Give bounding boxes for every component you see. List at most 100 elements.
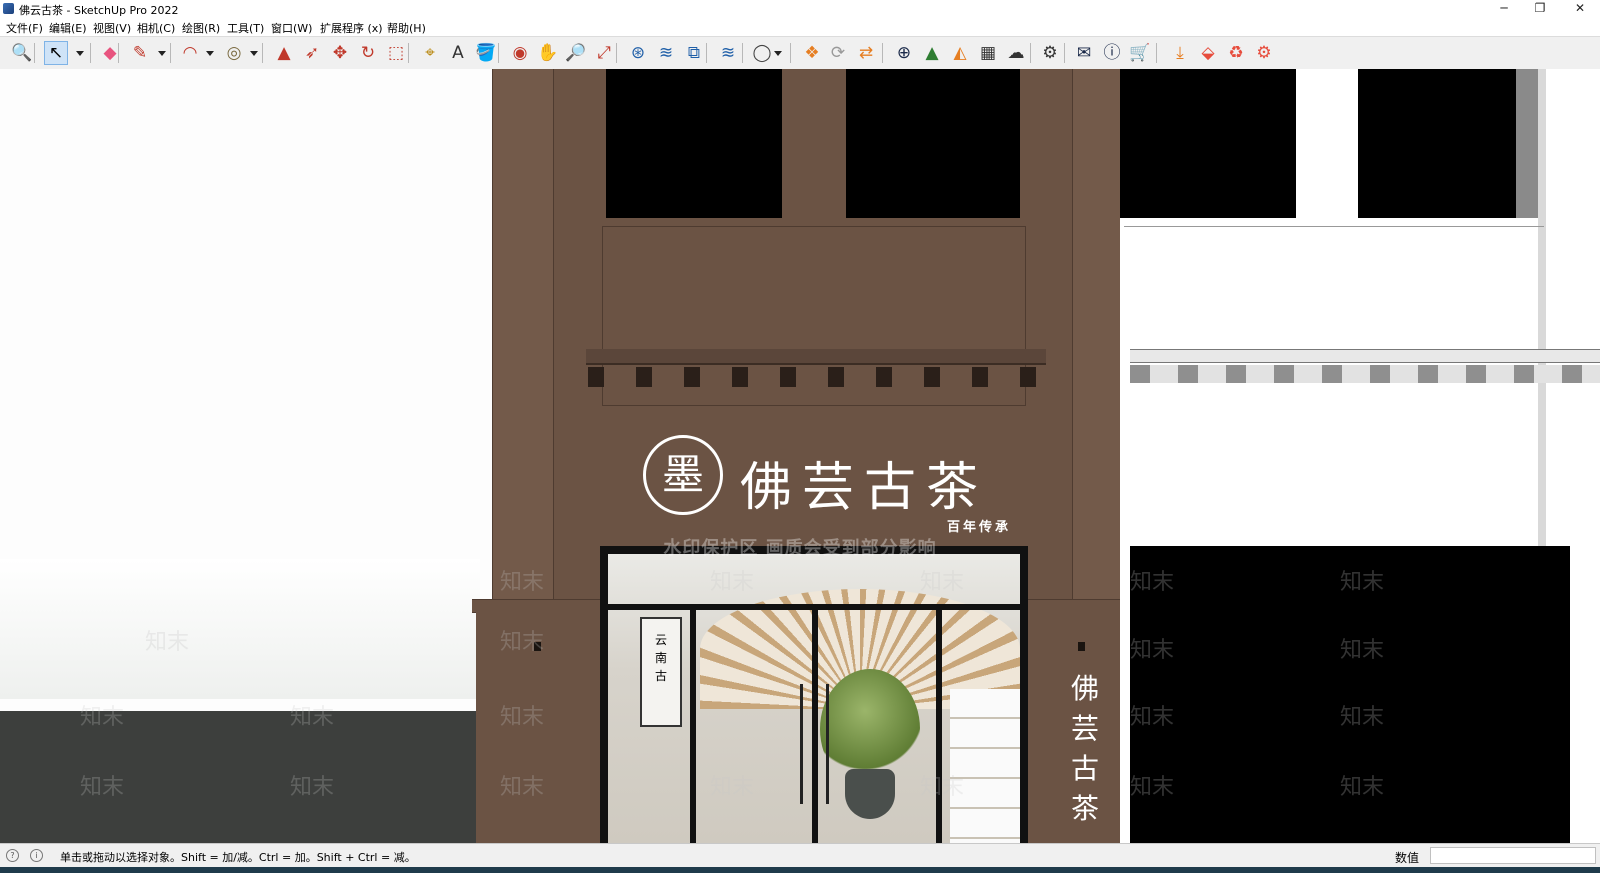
account-icon[interactable]: ◯ — [750, 41, 774, 65]
circle-dropdown-icon[interactable] — [250, 51, 258, 56]
toolbar-separator — [1156, 43, 1157, 63]
add-icon[interactable]: ⊕ — [892, 41, 916, 65]
gear-plugin-icon[interactable]: ⚙ — [1252, 41, 1276, 65]
tape-measure-icon[interactable]: ⌖ — [418, 41, 442, 65]
toolbar-separator — [170, 43, 171, 63]
brand-name-sign: 佛芸古茶 — [740, 458, 989, 518]
toolbar: 🔍 ↖ ◆ ✎ ◠ ◎ ▲ ➶ ✥ ↻ ⬚ ⌖ A 🪣 ◉ ✋ 🔎 ⤢ ⊛ ≋ ⧉ ≋ ◯ ❖ ⟳ ⇄ ⊕ ▲ ◭ ▦ ☁ ⚙ ✉ ⓘ 🛒 ⤓ ⬙ ♻ ⚙ — [0, 36, 1600, 70]
neighbor-canopy-rafters — [1130, 365, 1600, 383]
sync-icon[interactable]: ⟳ — [826, 41, 850, 65]
pencil-line-icon[interactable]: ✎ — [128, 41, 152, 65]
toolbar-separator — [616, 43, 617, 63]
canopy-beam — [586, 349, 1046, 365]
credits-status-icon[interactable]: i — [30, 849, 43, 862]
door-mullion-1 — [690, 610, 696, 843]
toolbar-separator — [1030, 43, 1031, 63]
menu-file[interactable]: 文件(F) — [6, 20, 43, 36]
circle-icon[interactable]: ◎ — [222, 41, 246, 65]
zoom-icon[interactable]: 🔎 — [564, 41, 588, 65]
photo-textures-icon[interactable]: ⧉ — [682, 41, 706, 65]
arc-dropdown-icon[interactable] — [206, 51, 214, 56]
rotate-icon[interactable]: ↻ — [356, 41, 380, 65]
measurements-label: 数值 — [1395, 851, 1420, 865]
tree-icon[interactable]: ▲ — [920, 41, 944, 65]
bonsai-rock — [845, 769, 895, 819]
geo-location-icon[interactable]: ≋ — [716, 41, 740, 65]
cart-icon[interactable]: 🛒 — [1128, 41, 1152, 65]
geo-location-status-icon[interactable]: ? — [6, 849, 19, 862]
orbit-icon[interactable]: ◉ — [508, 41, 532, 65]
measurements-input[interactable] — [1430, 847, 1596, 864]
neighbor-ledge-line — [1124, 226, 1544, 227]
follow-me-icon[interactable]: ➶ — [300, 41, 324, 65]
toolbar-separator — [706, 43, 707, 63]
menu-tools[interactable]: 工具(T) — [227, 20, 264, 36]
pencil-line-dropdown-icon[interactable] — [158, 51, 166, 56]
brand-logo-seal: 墨 — [643, 435, 723, 515]
wall-lamp-right — [1078, 642, 1085, 651]
sketchup-logo-icon — [3, 3, 14, 14]
push-pull-icon[interactable]: ▲ — [272, 41, 296, 65]
menu-view[interactable]: 视图(V) — [93, 20, 131, 36]
menu-draw[interactable]: 绘图(R) — [182, 20, 220, 36]
grid-icon[interactable]: ▦ — [976, 41, 1000, 65]
toolbar-separator — [882, 43, 883, 63]
move-icon[interactable]: ✥ — [328, 41, 352, 65]
interior-scroll-sign: 云 南 古 — [640, 617, 682, 727]
plugin-icon[interactable]: ♻ — [1224, 41, 1248, 65]
door-mullion-3 — [936, 610, 942, 843]
export-icon[interactable]: ⬙ — [1196, 41, 1220, 65]
toolbar-separator — [742, 43, 743, 63]
neighbor-window-right — [1358, 69, 1516, 218]
menu-bar: 文件(F) 编辑(E) 视图(V) 相机(C) 绘图(R) 工具(T) 窗口(W… — [0, 18, 1600, 36]
street-ground — [0, 711, 480, 843]
layers-icon[interactable]: ◭ — [948, 41, 972, 65]
arc-icon[interactable]: ◠ — [178, 41, 202, 65]
minimize-button[interactable]: ─ — [1486, 0, 1522, 18]
status-bar: ? i 单击或拖动以选择对象。Shift = 加/减。Ctrl = 加。Shif… — [0, 843, 1600, 868]
door-handle-right — [826, 684, 829, 804]
menu-window[interactable]: 窗口(W) — [271, 20, 312, 36]
vertical-char: 古 — [1070, 752, 1099, 785]
menu-help[interactable]: 帮助(H) — [387, 20, 426, 36]
vertical-char: 芸 — [1070, 712, 1099, 745]
share-model-icon[interactable]: ⇄ — [854, 41, 878, 65]
upper-window-left — [606, 69, 782, 218]
zoom-extents-icon[interactable]: 🔍 — [10, 41, 34, 65]
info-icon[interactable]: ⓘ — [1100, 41, 1124, 65]
vertical-char: 佛 — [1070, 672, 1099, 705]
toolbar-separator — [118, 43, 119, 63]
close-button[interactable]: ✕ — [1562, 0, 1598, 18]
account-dropdown-icon[interactable] — [774, 51, 782, 56]
zoom-window-icon[interactable]: ⤢ — [592, 41, 616, 65]
toolbar-separator — [1064, 43, 1065, 63]
door-handle-left — [800, 684, 803, 804]
select-icon[interactable]: ↖ — [44, 41, 68, 65]
toolbar-separator — [790, 43, 791, 63]
model-viewport[interactable]: 墨 佛芸古茶 百年传承 佛 芸 古 茶 云 南 古 水印保护区 画质会受到部分影… — [0, 69, 1600, 843]
select-dropdown-icon[interactable] — [76, 51, 84, 56]
mail-icon[interactable]: ✉ — [1072, 41, 1096, 65]
pan-icon[interactable]: ✋ — [536, 41, 560, 65]
toolbar-separator — [262, 43, 263, 63]
vertical-char: 茶 — [1070, 792, 1099, 825]
extension-manager-icon[interactable]: ❖ — [800, 41, 824, 65]
paint-bucket-icon[interactable]: 🪣 — [474, 41, 498, 65]
scale-icon[interactable]: ⬚ — [384, 41, 408, 65]
settings-icon[interactable]: ⚙ — [1038, 41, 1062, 65]
title-bar: 佛云古茶 - SketchUp Pro 2022 ─ ❐ ✕ — [0, 0, 1600, 18]
import-icon[interactable]: ⤓ — [1168, 41, 1192, 65]
cloud-upload-icon[interactable]: ☁ — [1004, 41, 1028, 65]
toolbar-separator — [498, 43, 499, 63]
restore-button[interactable]: ❐ — [1522, 0, 1558, 18]
add-location-icon[interactable]: ⊛ — [626, 41, 650, 65]
watermark-banner: 水印保护区 画质会受到部分影响 — [663, 538, 937, 559]
menu-extensions[interactable]: 扩展程序 (x) — [320, 20, 383, 36]
menu-camera[interactable]: 相机(C) — [137, 20, 175, 36]
menu-edit[interactable]: 编辑(E) — [49, 20, 87, 36]
brand-slogan: 百年传承 — [947, 520, 1012, 535]
status-hint: 单击或拖动以选择对象。Shift = 加/减。Ctrl = 加。Shift + … — [60, 851, 416, 864]
toggle-terrain-icon[interactable]: ≋ — [654, 41, 678, 65]
ground-fog — [0, 559, 480, 699]
text-icon[interactable]: A — [446, 41, 470, 65]
